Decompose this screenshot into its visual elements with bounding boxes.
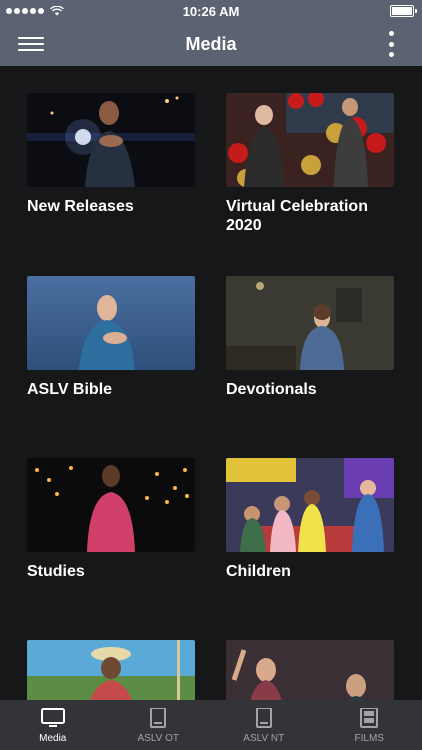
tile-label: Children (226, 563, 291, 580)
media-tile-virtual-celebration[interactable]: Virtual Celebration 2020 (226, 93, 394, 235)
media-tile-studies[interactable]: Studies (27, 458, 195, 581)
tab-films[interactable]: FILMS (317, 700, 422, 750)
thumbnail (226, 93, 394, 187)
film-icon (360, 708, 379, 728)
tab-label: ASLV NT (243, 733, 285, 744)
battery-icon (390, 5, 417, 17)
menu-icon[interactable] (18, 33, 44, 55)
media-tile-children[interactable]: Children (226, 458, 394, 581)
book-icon (255, 708, 272, 728)
thumbnail (27, 640, 195, 700)
tab-bar: Media ASLV OT ASLV NT FILMS (0, 700, 422, 750)
tile-label: New Releases (27, 198, 134, 215)
tab-media[interactable]: Media (0, 700, 106, 750)
status-time: 10:26 AM (182, 3, 240, 19)
media-tile-partial-2[interactable] (226, 640, 394, 700)
page-title: Media (185, 33, 237, 54)
media-tile-aslv-bible[interactable]: ASLV Bible (27, 276, 195, 399)
more-options-icon[interactable] (386, 31, 396, 57)
thumbnail (27, 276, 195, 370)
tile-label: Devotionals (226, 381, 317, 398)
tab-aslv-ot[interactable]: ASLV OT (106, 700, 212, 750)
media-grid: New Releases Virtual Celebration 2020 AS… (0, 66, 422, 700)
tile-label: ASLV Bible (27, 381, 113, 398)
tab-label: FILMS (354, 733, 384, 744)
tile-label: Virtual Celebration 2020 (226, 198, 368, 234)
media-tile-devotionals[interactable]: Devotionals (226, 276, 394, 399)
thumbnail (226, 640, 394, 700)
thumbnail (27, 458, 195, 552)
tab-label: ASLV OT (137, 733, 180, 744)
tile-label: Studies (27, 563, 85, 580)
thumbnail (226, 276, 394, 370)
tab-aslv-nt[interactable]: ASLV NT (211, 700, 317, 750)
thumbnail (226, 458, 394, 552)
tv-icon (40, 708, 65, 727)
media-tile-new-releases[interactable]: New Releases (27, 93, 195, 216)
thumbnail (27, 93, 195, 187)
tab-label: Media (39, 733, 67, 744)
nav-bar: Media (0, 22, 422, 66)
book-icon (150, 708, 167, 728)
status-bar: 10:26 AM (0, 0, 422, 22)
media-tile-partial-1[interactable] (27, 640, 195, 700)
